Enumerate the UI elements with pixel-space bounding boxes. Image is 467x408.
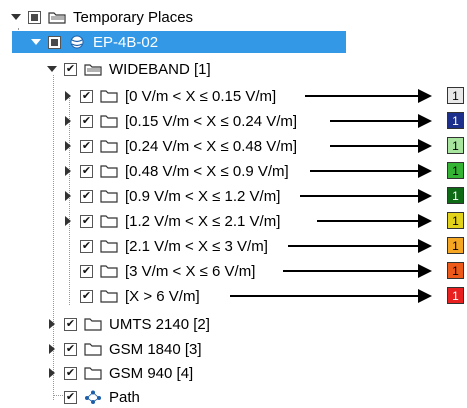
expand-arrow-icon[interactable]	[62, 90, 74, 102]
annotation-arrow	[230, 289, 432, 303]
range-label: [1.2 V/m < X ≤ 2.1 V/m]	[125, 212, 281, 230]
folder-icon	[100, 215, 118, 228]
open-folder-icon	[84, 64, 102, 76]
tree-node-gsm940[interactable]: GSM 940 [4]	[46, 362, 193, 384]
count-badge: 1	[447, 212, 464, 229]
expand-arrow-icon[interactable]	[46, 343, 58, 355]
tree-node-range[interactable]: [3 V/m < X ≤ 6 V/m]	[62, 260, 255, 282]
places-folder-icon	[48, 12, 66, 24]
tree-node-range[interactable]: [X > 6 V/m]	[62, 285, 200, 307]
tree-node-label: UMTS 2140 [2]	[109, 315, 210, 333]
checkbox-checked[interactable]	[64, 62, 77, 76]
range-label: [0.24 V/m < X ≤ 0.48 V/m]	[125, 137, 298, 155]
tree-node-range[interactable]: [2.1 V/m < X ≤ 3 V/m]	[62, 235, 268, 257]
tree-node-label: GSM 940 [4]	[109, 364, 194, 382]
folder-icon	[100, 265, 118, 278]
folder-icon	[100, 90, 118, 103]
checkbox-checked[interactable]	[80, 89, 93, 103]
tree-node-range[interactable]: [0 V/m < X ≤ 0.15 V/m]	[62, 85, 276, 107]
collapse-arrow-icon[interactable]	[30, 36, 42, 48]
folder-icon	[100, 240, 118, 253]
checkbox-checked[interactable]	[80, 239, 93, 253]
tree-node-ep-4b-02[interactable]: EP-4B-02	[12, 31, 346, 53]
range-label: [0.15 V/m < X ≤ 0.24 V/m]	[125, 112, 298, 130]
tree-node-label: Temporary Places	[73, 8, 194, 26]
ep-group-icon	[70, 35, 84, 49]
tree-node-gsm1840[interactable]: GSM 1840 [3]	[46, 338, 202, 360]
folder-icon	[84, 343, 102, 356]
count-badge: 1	[447, 187, 464, 204]
checkbox-partial[interactable]	[28, 10, 41, 24]
folder-icon	[100, 140, 118, 153]
tree-node-range[interactable]: [0.15 V/m < X ≤ 0.24 V/m]	[62, 110, 297, 132]
annotation-arrow	[300, 189, 432, 203]
tree-node-temporary-places[interactable]: Temporary Places	[10, 6, 193, 28]
tree-node-label: EP-4B-02	[93, 33, 159, 51]
collapse-arrow-icon[interactable]	[46, 63, 58, 75]
tree-node-range[interactable]: [0.9 V/m < X ≤ 1.2 V/m]	[62, 185, 280, 207]
tree-node-path[interactable]: Path	[64, 386, 140, 408]
folder-icon	[84, 318, 102, 331]
expand-arrow-icon[interactable]	[46, 318, 58, 330]
checkbox-checked[interactable]	[64, 366, 77, 380]
expand-arrow-icon[interactable]	[62, 165, 74, 177]
annotation-arrow	[330, 114, 432, 128]
range-label: [2.1 V/m < X ≤ 3 V/m]	[125, 237, 268, 255]
tree-node-wideband[interactable]: WIDEBAND [1]	[46, 58, 211, 80]
checkbox-checked[interactable]	[80, 164, 93, 178]
count-badge: 1	[447, 262, 464, 279]
checkbox-checked[interactable]	[64, 342, 77, 356]
annotation-arrow	[317, 214, 432, 228]
tree-node-range[interactable]: [0.48 V/m < X ≤ 0.9 V/m]	[62, 160, 289, 182]
annotation-arrow	[310, 164, 432, 178]
range-label: [0 V/m < X ≤ 0.15 V/m]	[125, 87, 277, 105]
checkbox-partial[interactable]	[48, 35, 61, 49]
folder-icon	[100, 190, 118, 203]
expand-arrow-icon[interactable]	[62, 190, 74, 202]
annotation-arrow	[330, 139, 432, 153]
expand-arrow-icon[interactable]	[62, 215, 74, 227]
expand-arrow-icon[interactable]	[62, 140, 74, 152]
checkbox-checked[interactable]	[80, 289, 93, 303]
tree-node-label: Path	[109, 388, 140, 406]
annotation-arrow	[283, 264, 432, 278]
folder-icon	[100, 165, 118, 178]
count-badge: 1	[447, 237, 464, 254]
expand-arrow-icon[interactable]	[62, 115, 74, 127]
tree-node-label: WIDEBAND [1]	[109, 60, 211, 78]
checkbox-checked[interactable]	[64, 317, 77, 331]
checkbox-checked[interactable]	[80, 114, 93, 128]
path-icon	[85, 390, 101, 404]
count-badge: 1	[447, 137, 464, 154]
folder-icon	[84, 367, 102, 380]
annotation-arrow	[288, 239, 432, 253]
checkbox-checked[interactable]	[80, 139, 93, 153]
count-badge: 1	[447, 87, 464, 104]
range-label: [0.48 V/m < X ≤ 0.9 V/m]	[125, 162, 289, 180]
tree-node-label: GSM 1840 [3]	[109, 340, 202, 358]
annotation-arrow	[305, 89, 432, 103]
tree-node-range[interactable]: [1.2 V/m < X ≤ 2.1 V/m]	[62, 210, 280, 232]
range-label: [X > 6 V/m]	[125, 287, 200, 305]
range-label: [0.9 V/m < X ≤ 1.2 V/m]	[125, 187, 281, 205]
folder-icon	[100, 290, 118, 303]
count-badge: 1	[447, 112, 464, 129]
count-badge: 1	[447, 162, 464, 179]
tree-node-range[interactable]: [0.24 V/m < X ≤ 0.48 V/m]	[62, 135, 297, 157]
expand-arrow-icon[interactable]	[46, 367, 58, 379]
checkbox-checked[interactable]	[80, 264, 93, 278]
tree-node-umts[interactable]: UMTS 2140 [2]	[46, 313, 210, 335]
checkbox-checked[interactable]	[80, 189, 93, 203]
folder-icon	[100, 115, 118, 128]
range-label: [3 V/m < X ≤ 6 V/m]	[125, 262, 256, 280]
checkbox-checked[interactable]	[64, 390, 77, 404]
collapse-arrow-icon[interactable]	[10, 11, 22, 23]
count-badge: 1	[447, 287, 464, 304]
checkbox-checked[interactable]	[80, 214, 93, 228]
